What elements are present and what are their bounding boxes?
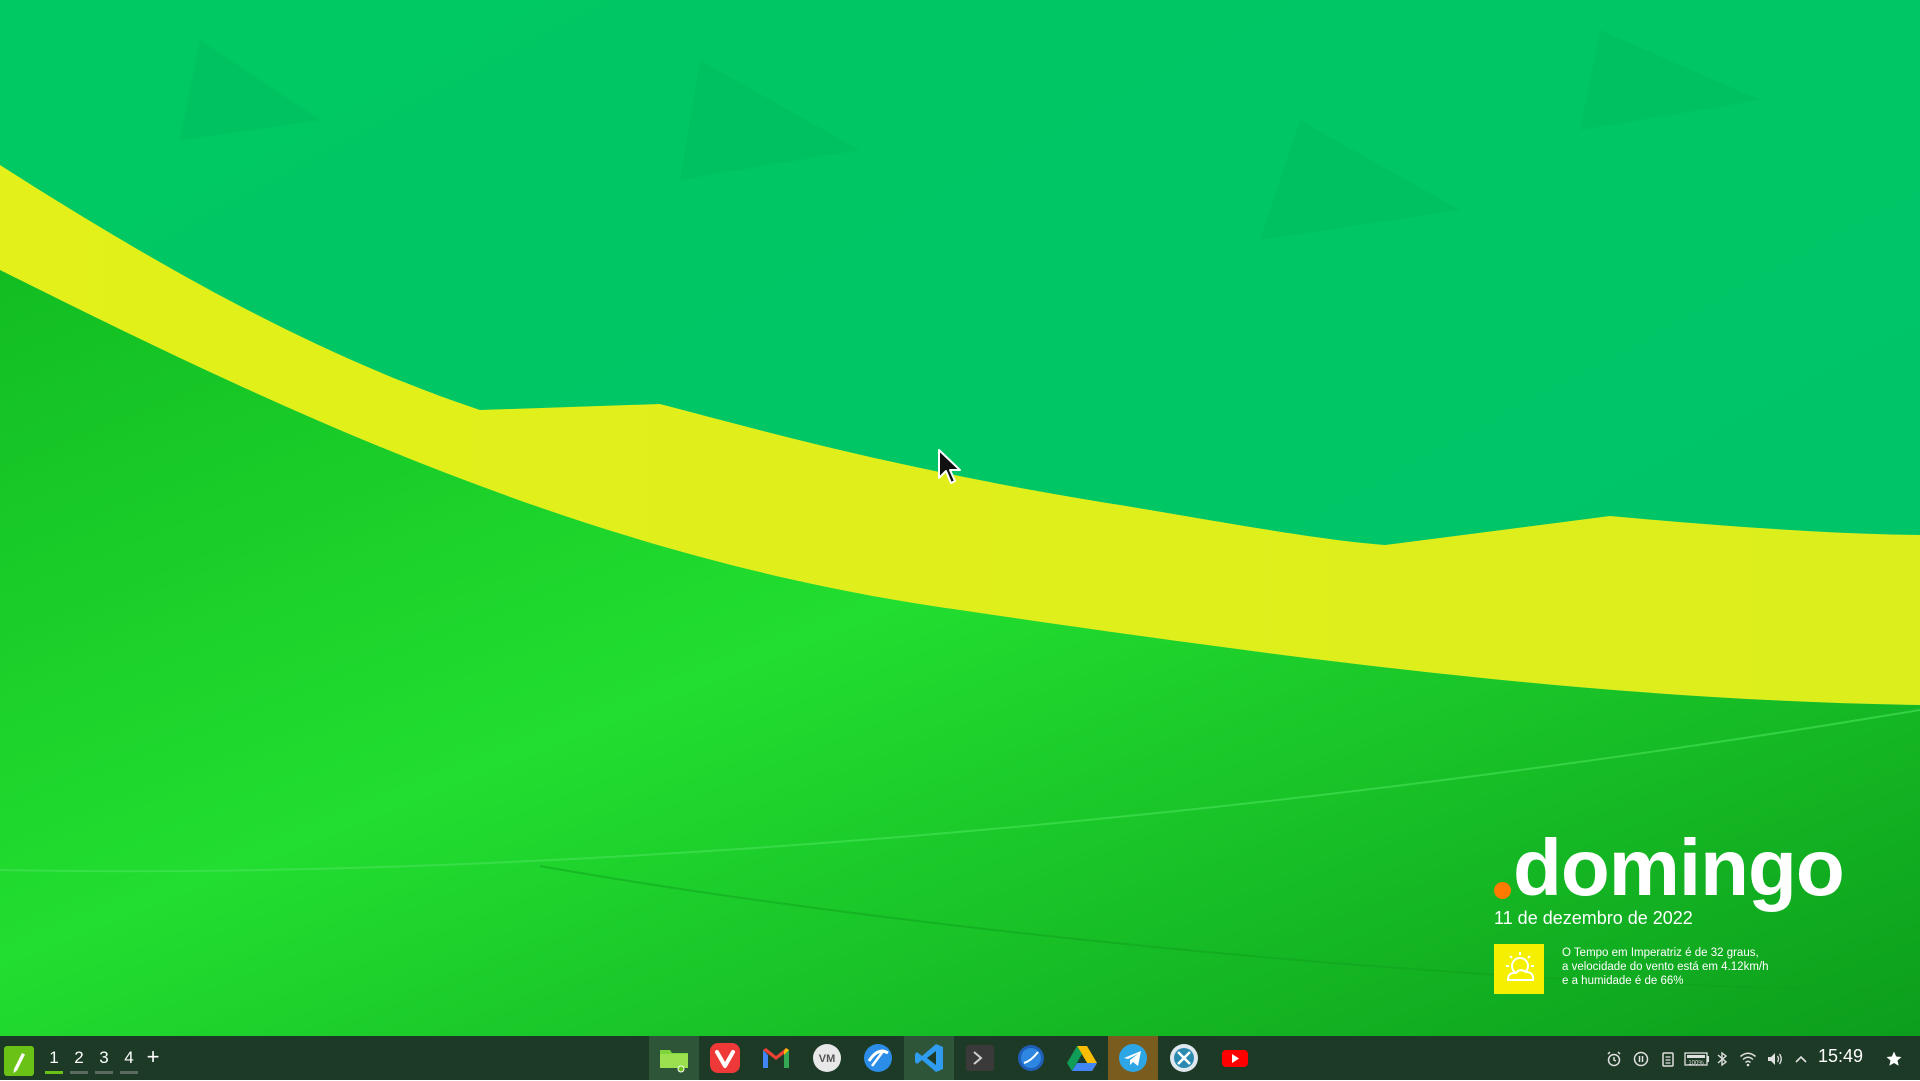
tray-clipboard[interactable] <box>1658 1048 1678 1070</box>
xmind-icon <box>1170 1044 1198 1072</box>
tray-bluetooth[interactable] <box>1713 1048 1731 1070</box>
compass-icon <box>1018 1045 1044 1071</box>
drive-icon <box>1067 1046 1097 1071</box>
app-compass[interactable] <box>1006 1036 1056 1080</box>
battery-icon: 100% <box>1684 1052 1709 1067</box>
workspace-4[interactable]: 4 <box>119 1044 139 1074</box>
add-workspace-button[interactable]: + <box>143 1044 163 1072</box>
app-google-drive[interactable] <box>1057 1036 1107 1080</box>
workspace-3[interactable]: 3 <box>94 1044 114 1074</box>
partly-cloudy-icon <box>1494 944 1544 994</box>
weather-line-1: O Tempo em Imperatriz é de 32 graus, <box>1562 947 1759 959</box>
weather-line-3: e a humidade é de 66% <box>1562 975 1684 987</box>
date-weather-widget: domingo 11 de dezembro de 2022 O Tempo e… <box>1494 826 1894 996</box>
launcher-button[interactable] <box>4 1046 34 1076</box>
wifi-icon <box>1740 1052 1756 1067</box>
vivaldi-icon <box>710 1043 740 1073</box>
workspace-label: 1 <box>49 1048 59 1067</box>
mouse-cursor-icon <box>938 449 961 484</box>
app-file-manager[interactable] <box>649 1036 699 1080</box>
pause-circle-icon <box>1633 1051 1649 1067</box>
tray-alarm[interactable] <box>1604 1048 1624 1070</box>
app-terminal[interactable] <box>955 1036 1005 1080</box>
app-telegram[interactable] <box>1108 1036 1158 1080</box>
workspace-label: 4 <box>124 1048 134 1067</box>
desktop[interactable]: domingo 11 de dezembro de 2022 O Tempo e… <box>0 0 1920 1036</box>
tray-wifi[interactable] <box>1738 1048 1758 1070</box>
app-gmail[interactable] <box>751 1036 801 1080</box>
battery-percent: 100% <box>1688 1061 1704 1067</box>
tray-volume[interactable] <box>1765 1048 1785 1070</box>
workspace-1[interactable]: 1 <box>44 1044 64 1074</box>
app-vscode[interactable] <box>904 1036 954 1080</box>
star-icon <box>1886 1051 1902 1066</box>
workspace-label: 3 <box>99 1048 109 1067</box>
date-text: 11 de dezembro de 2022 <box>1494 908 1693 928</box>
taskbar: 1 2 3 4 + VM 100% 15:49 <box>0 1036 1920 1080</box>
folder-icon <box>660 1050 688 1073</box>
speaker-icon <box>1768 1053 1782 1065</box>
workspace-label: 2 <box>74 1048 84 1067</box>
app-vm[interactable]: VM <box>802 1036 852 1080</box>
bluetooth-icon <box>1717 1051 1728 1067</box>
tray-battery[interactable]: 100% <box>1684 1048 1710 1070</box>
svg-text:VM: VM <box>819 1053 836 1065</box>
clock[interactable]: 15:49 <box>1818 1046 1863 1067</box>
weather-line-2: a velocidade do vento está em 4.12km/h <box>1562 961 1769 973</box>
clipboard-icon <box>1662 1052 1674 1067</box>
day-text: domingo <box>1513 823 1845 912</box>
chevron-up-icon <box>1795 1055 1807 1063</box>
workspace-2[interactable]: 2 <box>69 1044 89 1074</box>
pencil-icon <box>13 1053 25 1073</box>
weather-text: O Tempo em Imperatriz é de 32 graus, a v… <box>1562 946 1769 988</box>
tray-expand[interactable] <box>1792 1048 1810 1070</box>
tray-media[interactable] <box>1631 1048 1651 1070</box>
terminal-icon <box>966 1045 994 1071</box>
day-name: domingo <box>1494 823 1845 912</box>
accent-dot <box>1494 882 1511 899</box>
telegram-icon <box>1119 1044 1147 1072</box>
tray-favorites[interactable] <box>1884 1048 1904 1070</box>
app-xmind[interactable] <box>1159 1036 1209 1080</box>
vscode-icon <box>915 1044 943 1072</box>
app-web-browser[interactable] <box>853 1036 903 1080</box>
app-vivaldi[interactable] <box>700 1036 750 1080</box>
browser-icon <box>864 1044 892 1072</box>
vm-icon: VM <box>813 1044 841 1072</box>
alarm-clock-icon <box>1607 1051 1621 1067</box>
gmail-icon <box>763 1048 789 1068</box>
youtube-icon <box>1222 1050 1248 1067</box>
app-youtube[interactable] <box>1210 1036 1260 1080</box>
